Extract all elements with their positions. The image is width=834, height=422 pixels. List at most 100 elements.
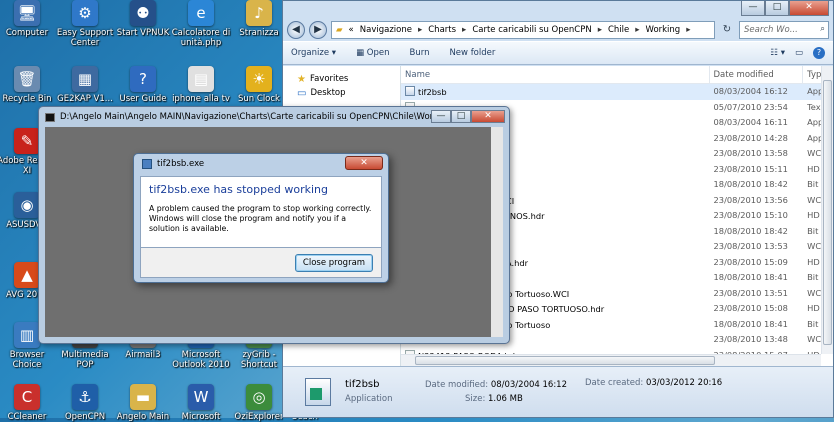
- close-button[interactable]: ✕: [789, 1, 829, 16]
- address-bar[interactable]: ▰ « Navigazione ▸ Charts ▸ Carte caricab…: [331, 21, 715, 39]
- console-maximize-button[interactable]: □: [451, 110, 471, 123]
- desktop-shortcut[interactable]: ▤ iphone alla tv: [170, 66, 232, 104]
- shortcut-icon: ☀: [246, 66, 272, 92]
- console-close-button[interactable]: ✕: [471, 110, 505, 123]
- file-date: 23/08/2010 13:53: [713, 241, 788, 251]
- file-date: 23/08/2010 13:56: [713, 194, 788, 205]
- file-row[interactable]: tif2bsb 08/03/2004 16:12 App: [401, 84, 833, 100]
- shortcut-icon: C: [14, 384, 40, 410]
- shortcut-icon: 🗑: [14, 66, 40, 92]
- details-date-created: 03/03/2012 20:16: [645, 378, 723, 388]
- dialog-message: A problem caused the program to stop wor…: [149, 204, 372, 233]
- dialog-close-button[interactable]: ✕: [345, 156, 383, 170]
- dialog-title: tif2bsb.exe: [157, 159, 205, 169]
- preview-pane-icon[interactable]: ▭: [795, 48, 803, 58]
- console-scrollbar[interactable]: [491, 127, 503, 337]
- breadcrumb-item[interactable]: Navigazione: [360, 25, 412, 35]
- folder-icon: ▰: [336, 25, 343, 35]
- column-header-date[interactable]: Date modified: [710, 66, 804, 83]
- shortcut-icon: W: [188, 384, 214, 410]
- new-folder-button[interactable]: New folder: [449, 48, 495, 58]
- console-title: D:\Angelo Main\Angelo MAIN\Navigazione\C…: [60, 112, 471, 122]
- open-button[interactable]: ▦ Open: [356, 48, 389, 58]
- shortcut-label: OpenCPN: [64, 412, 106, 422]
- desktop-shortcut[interactable]: ? User Guide: [112, 66, 174, 104]
- shortcut-label: Angelo Main: [116, 412, 170, 422]
- help-icon[interactable]: ?: [813, 47, 825, 59]
- minimize-button[interactable]: —: [741, 1, 765, 16]
- desktop-shortcut[interactable]: ⚙ Easy Support Center: [54, 0, 116, 48]
- desktop-shortcut[interactable]: 🗑 Recycle Bin: [0, 66, 58, 104]
- command-bar: Organize ▾ ▦ Open Burn New folder ☷ ▾ ▭ …: [283, 41, 833, 65]
- breadcrumb-item[interactable]: Working: [646, 25, 681, 35]
- shortcut-label: zyGrib - Shortcut: [240, 350, 278, 370]
- shortcut-icon: ▥: [14, 322, 40, 348]
- shortcut-label: Calcolatore di unità.php: [171, 28, 231, 48]
- dialog-heading: tif2bsb.exe has stopped working: [149, 183, 328, 196]
- file-date: 18/08/2010 18:41: [713, 272, 788, 282]
- shortcut-label: Browser Choice: [9, 350, 45, 370]
- shortcut-label: Computer: [5, 28, 49, 38]
- breadcrumb-item[interactable]: «: [349, 25, 354, 35]
- file-date: 18/08/2010 18:42: [713, 179, 788, 189]
- desktop-shortcut[interactable]: ⚓ OpenCPN: [54, 384, 116, 422]
- desktop-shortcut[interactable]: 🖥 Computer: [0, 0, 58, 38]
- search-icon[interactable]: ⌕: [820, 24, 825, 34]
- file-name: tif2bsb: [418, 87, 447, 97]
- shortcut-icon: ▤: [188, 66, 214, 92]
- application-icon: [305, 378, 331, 406]
- horizontal-scrollbar[interactable]: [401, 354, 821, 366]
- refresh-icon[interactable]: ↻: [719, 22, 735, 38]
- chevron-right-icon[interactable]: ▸: [598, 25, 602, 35]
- desktop-shortcut[interactable]: e Calcolatore di unità.php: [170, 0, 232, 48]
- maximize-button[interactable]: □: [765, 1, 789, 16]
- console-minimize-button[interactable]: —: [431, 110, 451, 123]
- shortcut-icon: ♪: [246, 0, 272, 26]
- chevron-right-icon[interactable]: ▸: [635, 25, 639, 35]
- chevron-right-icon[interactable]: ▸: [418, 25, 422, 35]
- shortcut-icon: ✎: [14, 128, 40, 154]
- forward-button[interactable]: ▶: [309, 21, 327, 39]
- organize-button[interactable]: Organize ▾: [291, 48, 336, 58]
- file-date: 23/08/2010 15:10: [713, 210, 788, 220]
- shortcut-icon: 🖥: [14, 0, 40, 26]
- shortcut-label: iphone alla tv: [172, 94, 230, 104]
- details-file-kind: Application: [345, 394, 393, 404]
- desktop-shortcut[interactable]: W Microsoft: [170, 384, 232, 422]
- file-date: 23/08/2010 15:08: [713, 303, 788, 313]
- shortcut-label: GE2KAP V1...: [57, 94, 113, 104]
- column-header-name[interactable]: Name: [401, 66, 710, 83]
- chevron-right-icon[interactable]: ▸: [686, 25, 690, 35]
- breadcrumb-item[interactable]: Chile: [608, 25, 629, 35]
- desktop-shortcut[interactable]: ⚉ Start VPNUK: [112, 0, 174, 38]
- explorer-titlebar[interactable]: — □ ✕: [283, 1, 833, 19]
- shortcut-label: User Guide: [119, 94, 167, 104]
- search-input[interactable]: Search Wo... ⌕: [739, 21, 829, 39]
- desktop-shortcut[interactable]: ▦ GE2KAP V1...: [54, 66, 116, 104]
- shortcut-icon: ⚉: [130, 0, 156, 26]
- details-size: 1.06 MB: [488, 394, 523, 404]
- file-icon: [405, 86, 415, 96]
- nav-desktop[interactable]: ▭ Desktop: [287, 86, 396, 100]
- vertical-scrollbar[interactable]: [821, 66, 833, 354]
- shortcut-icon: ◎: [246, 384, 272, 410]
- breadcrumb-item[interactable]: Carte caricabili su OpenCPN: [472, 25, 591, 35]
- back-button[interactable]: ◀: [287, 21, 305, 39]
- view-options-icon[interactable]: ☷ ▾: [770, 48, 785, 58]
- shortcut-icon: e: [188, 0, 214, 26]
- breadcrumb-item[interactable]: Charts: [428, 25, 456, 35]
- chevron-right-icon[interactable]: ▸: [462, 25, 466, 35]
- desktop-shortcut[interactable]: C CCleaner: [0, 384, 58, 422]
- nav-favorites[interactable]: ★ Favorites: [287, 72, 396, 86]
- close-program-button[interactable]: Close program: [295, 254, 373, 272]
- shortcut-label: Stranizza: [239, 28, 279, 38]
- desktop-shortcut[interactable]: ▬ Angelo Main: [112, 384, 174, 422]
- shortcut-label: CCleaner: [7, 412, 47, 422]
- file-date: 23/08/2010 14:28: [713, 132, 788, 143]
- file-date: 08/03/2004 16:12: [713, 86, 788, 96]
- file-date: 23/08/2010 13:51: [713, 287, 788, 298]
- burn-button[interactable]: Burn: [410, 48, 430, 58]
- shortcut-label: Easy Support Center: [56, 28, 114, 48]
- file-date: 18/08/2010 18:41: [713, 318, 788, 329]
- file-date: 23/08/2010 15:11: [713, 163, 788, 174]
